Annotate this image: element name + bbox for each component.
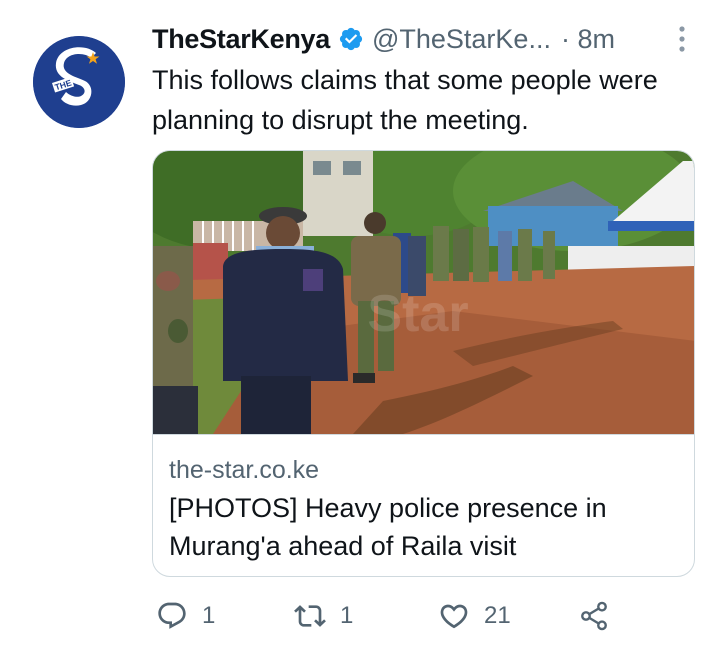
reply-icon [158,602,186,629]
heart-icon [440,604,468,629]
link-card[interactable]: Star the-star.co.ke [PHOTOS] Heavy polic… [152,150,695,577]
tweet-header: TheStarKenya @TheStarKe... · 8m [152,20,692,58]
card-domain: the-star.co.ke [169,456,320,484]
share-button[interactable] [578,596,610,636]
more-vertical-icon[interactable] [672,24,692,54]
like-button[interactable]: 21 [438,596,511,636]
image-watermark: Star [367,285,468,343]
card-image[interactable]: Star [153,151,695,434]
card-body[interactable]: the-star.co.ke [PHOTOS] Heavy police pre… [153,434,694,565]
share-icon [581,601,607,631]
card-title: [PHOTOS] Heavy police presence in Murang… [169,493,607,561]
display-name[interactable]: TheStarKenya [152,24,330,55]
like-count: 21 [484,602,511,629]
avatar[interactable]: THE [33,36,125,128]
tweet-actions: 1 1 21 [152,596,622,636]
timestamp[interactable]: · 8m [561,24,615,55]
tweet-text: This follows claims that some people wer… [152,65,658,135]
retweet-button[interactable]: 1 [294,596,353,636]
thestar-logo: THE [33,36,125,128]
handle[interactable]: @TheStarKe... [372,24,551,55]
retweet-icon [294,605,326,627]
retweet-count: 1 [340,602,354,629]
reply-count: 1 [202,602,216,629]
verified-badge-icon [339,27,363,51]
reply-button[interactable]: 1 [156,596,215,636]
